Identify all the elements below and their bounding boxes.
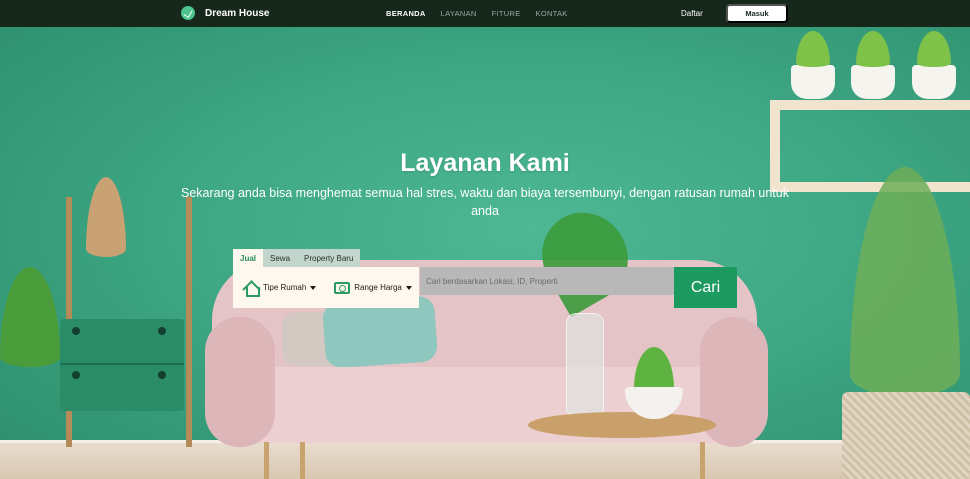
price-range-dropdown[interactable]: Range Harga xyxy=(334,281,412,294)
cabinet-knob xyxy=(72,327,80,335)
tab-sewa[interactable]: Sewa xyxy=(263,249,298,267)
cabinet-knob xyxy=(158,371,166,379)
floor xyxy=(0,443,970,479)
sofa-leg xyxy=(300,442,305,479)
wicker-pot xyxy=(842,392,970,479)
register-link[interactable]: Daftar xyxy=(681,9,703,18)
brand-name: Dream House xyxy=(205,7,270,19)
shelf-plant xyxy=(796,31,830,67)
cabinet-post xyxy=(186,197,192,447)
nav-link-beranda[interactable]: BERANDA xyxy=(386,9,426,18)
coffee-table xyxy=(528,412,716,438)
hero-section xyxy=(0,27,970,479)
search-tabs: Jual Sewa Property Baru xyxy=(233,249,361,267)
pampas-grass xyxy=(86,177,126,257)
nav-link-layanan[interactable]: LAYANAN xyxy=(441,9,477,18)
tab-property-baru[interactable]: Property Baru xyxy=(297,249,361,267)
shelf-pot xyxy=(791,65,835,99)
filter-box: Tipe Rumah Range Harga xyxy=(233,267,419,308)
cabinet-knob xyxy=(158,327,166,335)
house-type-dropdown[interactable]: Tipe Rumah xyxy=(243,280,317,297)
house-icon xyxy=(243,280,260,297)
nav-link-kontak[interactable]: KONTAK xyxy=(536,9,568,18)
navbar: Dream House BERANDA LAYANAN FITURE KONTA… xyxy=(0,0,970,27)
hero-title: Layanan Kami xyxy=(400,149,570,177)
sofa-leg xyxy=(700,442,705,479)
leaf-logo-icon xyxy=(181,6,195,20)
cabinet-divider xyxy=(60,363,184,365)
glass-vase xyxy=(566,313,604,415)
hero-subtitle: Sekarang anda bisa menghemat semua hal s… xyxy=(180,186,789,218)
chevron-down-icon xyxy=(310,285,317,290)
sofa-leg xyxy=(264,442,269,479)
left-plant xyxy=(0,267,60,367)
shelf-plant xyxy=(856,31,890,67)
money-icon xyxy=(334,281,351,294)
chevron-down-icon xyxy=(405,285,412,290)
search-input[interactable] xyxy=(420,267,674,295)
shelf-pot xyxy=(851,65,895,99)
shelf-plant xyxy=(917,31,951,67)
right-plant xyxy=(850,167,960,397)
sofa-arm xyxy=(205,317,275,447)
shelf-pot xyxy=(912,65,956,99)
price-range-label: Range Harga xyxy=(354,283,402,292)
nav-link-fiture[interactable]: FITURE xyxy=(492,9,521,18)
brand[interactable]: Dream House xyxy=(181,6,269,20)
main-nav: BERANDA LAYANAN FITURE KONTAK xyxy=(386,9,568,18)
login-button[interactable]: Masuk xyxy=(726,4,788,23)
search-button[interactable]: Cari xyxy=(674,267,737,308)
cabinet-knob xyxy=(72,371,80,379)
house-type-label: Tipe Rumah xyxy=(263,283,307,292)
tab-jual[interactable]: Jual xyxy=(233,249,264,267)
wall-shelf xyxy=(770,100,970,192)
